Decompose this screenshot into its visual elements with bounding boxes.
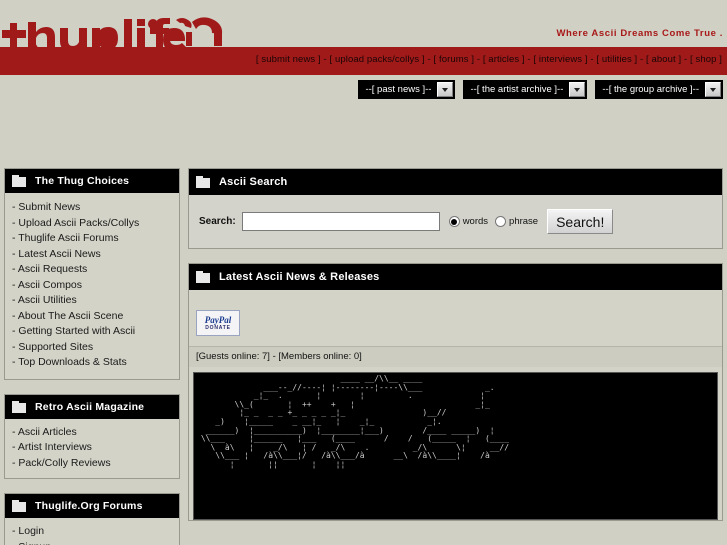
main-navbar: [ submit news ] - [ upload packs/collys … — [0, 47, 727, 75]
paypal-logo-text: PayPal — [204, 314, 232, 325]
search-mode-phrase[interactable]: phrase — [495, 216, 538, 227]
nav-item-about[interactable]: [ about ] — [646, 54, 681, 65]
sidebar-item-about-scene[interactable]: - About The Ascii Scene — [12, 309, 173, 325]
sidebar-item-latest-news[interactable]: - Latest Ascii News — [12, 247, 173, 263]
nav-separator: - — [474, 54, 483, 65]
nav-item-upload-packs[interactable]: [ upload packs/collys ] — [329, 54, 424, 65]
sidebar-item-getting-started[interactable]: - Getting Started with Ascii — [12, 324, 173, 340]
search-input[interactable] — [241, 212, 440, 231]
sidebar-item-pack-colly-reviews[interactable]: - Pack/Colly Reviews — [12, 456, 173, 472]
group-archive-select-value: --[ the group archive ]-- — [602, 84, 699, 95]
nav-item-interviews[interactable]: [ interviews ] — [533, 54, 587, 65]
sidebar-panel-title: Thuglife.Org Forums — [35, 500, 143, 512]
search-mode-group: words phrase — [448, 216, 541, 227]
news-spacer — [189, 290, 722, 310]
ascii-search-title: Ascii Search — [219, 176, 288, 188]
folder-icon — [12, 400, 27, 413]
sidebar-item-supported-sites[interactable]: - Supported Sites — [12, 340, 173, 356]
sidebar-item-top-downloads[interactable]: - Top Downloads & Stats — [12, 355, 173, 371]
search-button[interactable]: Search! — [547, 209, 614, 234]
search-label: Search: — [199, 216, 236, 227]
past-news-select-value: --[ past news ]-- — [365, 84, 432, 95]
sidebar-panel-title: Retro Ascii Magazine — [35, 400, 145, 413]
sidebar-panel-retro-magazine: Retro Ascii Magazine - Ascii Articles - … — [4, 393, 180, 479]
folder-icon — [196, 176, 211, 188]
sidebar-item-ascii-articles[interactable]: - Ascii Articles — [12, 425, 173, 441]
latest-news-header: Latest Ascii News & Releases — [189, 264, 722, 290]
archive-select-row: --[ past news ]-- --[ the artist archive… — [358, 80, 723, 99]
latest-news-panel: Latest Ascii News & Releases PayPal DONA… — [188, 263, 723, 521]
paypal-donate-button[interactable]: PayPal DONATE — [196, 310, 240, 336]
latest-news-body: PayPal DONATE [Guests online: 7] - [Memb… — [189, 290, 722, 520]
nav-item-shop[interactable]: [ shop ] — [690, 54, 722, 65]
sidebar-item-ascii-utilities[interactable]: - Ascii Utilities — [12, 293, 173, 309]
ascii-art-content: ____ __/\\__ ____ ___--_//----¦ ¦-------… — [200, 374, 510, 469]
search-mode-words-label: words — [462, 216, 489, 227]
nav-item-utilities[interactable]: [ utilities ] — [596, 54, 637, 65]
search-mode-words[interactable]: words — [448, 216, 489, 227]
sidebar-item-forums[interactable]: - Thuglife Ascii Forums — [12, 231, 173, 247]
sidebar-item-upload-packs[interactable]: - Upload Ascii Packs/Collys — [12, 216, 173, 232]
past-news-select[interactable]: --[ past news ]-- — [358, 80, 456, 99]
sidebar-panel-title: The Thug Choices — [35, 175, 130, 187]
artist-archive-select-value: --[ the artist archive ]-- — [470, 84, 564, 95]
sidebar-item-login[interactable]: - Login — [12, 524, 173, 540]
nav-item-forums[interactable]: [ forums ] — [433, 54, 474, 65]
chevron-down-icon[interactable] — [437, 82, 454, 97]
ascii-art-viewer: ____ __/\\__ ____ ___--_//----¦ ¦-------… — [193, 372, 718, 520]
online-status-bar: [Guests online: 7] - [Members online: 0] — [189, 346, 722, 367]
radio-words-icon[interactable] — [448, 216, 460, 227]
ascii-search-header: Ascii Search — [189, 169, 722, 195]
nav-separator: - — [681, 54, 691, 65]
sidebar-item-ascii-requests[interactable]: - Ascii Requests — [12, 262, 173, 278]
sidebar-panel-header: Thuglife.Org Forums — [5, 494, 179, 518]
latest-news-title: Latest Ascii News & Releases — [219, 271, 380, 283]
nav-item-submit-news[interactable]: [ submit news ] — [256, 54, 321, 65]
sidebar-panel-header: The Thug Choices — [5, 169, 179, 193]
nav-item-articles[interactable]: [ articles ] — [483, 54, 525, 65]
main-content: Ascii Search Search: words phrase Search… — [188, 168, 723, 535]
folder-icon — [196, 271, 211, 283]
chevron-down-icon[interactable] — [569, 82, 586, 97]
radio-phrase-icon[interactable] — [495, 216, 507, 227]
sidebar-panel-forums: Thuglife.Org Forums - Login - Signup - F… — [4, 493, 180, 545]
paypal-donate-label: DONATE — [205, 324, 231, 331]
folder-icon — [12, 175, 27, 187]
sidebar-item-ascii-compos[interactable]: - Ascii Compos — [12, 278, 173, 294]
search-mode-phrase-label: phrase — [509, 216, 539, 227]
sidebar-panel-body: - Ascii Articles - Artist Interviews - P… — [5, 419, 179, 479]
artist-archive-select[interactable]: --[ the artist archive ]-- — [463, 80, 588, 99]
sidebar-panel-body: - Login - Signup - Forgot password? — [5, 518, 179, 545]
nav-separator: - — [637, 54, 647, 65]
sidebar: The Thug Choices - Submit News - Upload … — [4, 168, 180, 545]
group-archive-select[interactable]: --[ the group archive ]-- — [595, 80, 723, 99]
sidebar-panel-header: Retro Ascii Magazine — [5, 394, 179, 419]
sidebar-item-signup[interactable]: - Signup — [12, 540, 173, 545]
ascii-search-body: Search: words phrase Search! — [189, 195, 722, 248]
folder-icon — [12, 500, 27, 512]
site-tagline: Where Ascii Dreams Come True . — [556, 28, 723, 39]
sidebar-panel-body: - Submit News - Upload Ascii Packs/Colly… — [5, 193, 179, 379]
sidebar-item-submit-news[interactable]: - Submit News — [12, 200, 173, 216]
sidebar-item-artist-interviews[interactable]: - Artist Interviews — [12, 440, 173, 456]
ascii-search-panel: Ascii Search Search: words phrase Search… — [188, 168, 723, 249]
chevron-down-icon[interactable] — [705, 82, 721, 97]
sidebar-panel-thug-choices: The Thug Choices - Submit News - Upload … — [4, 168, 180, 380]
main-nav-links: [ submit news ] - [ upload packs/collys … — [256, 54, 722, 65]
page-root: Where Ascii Dreams Come True . [ submit … — [0, 0, 727, 545]
